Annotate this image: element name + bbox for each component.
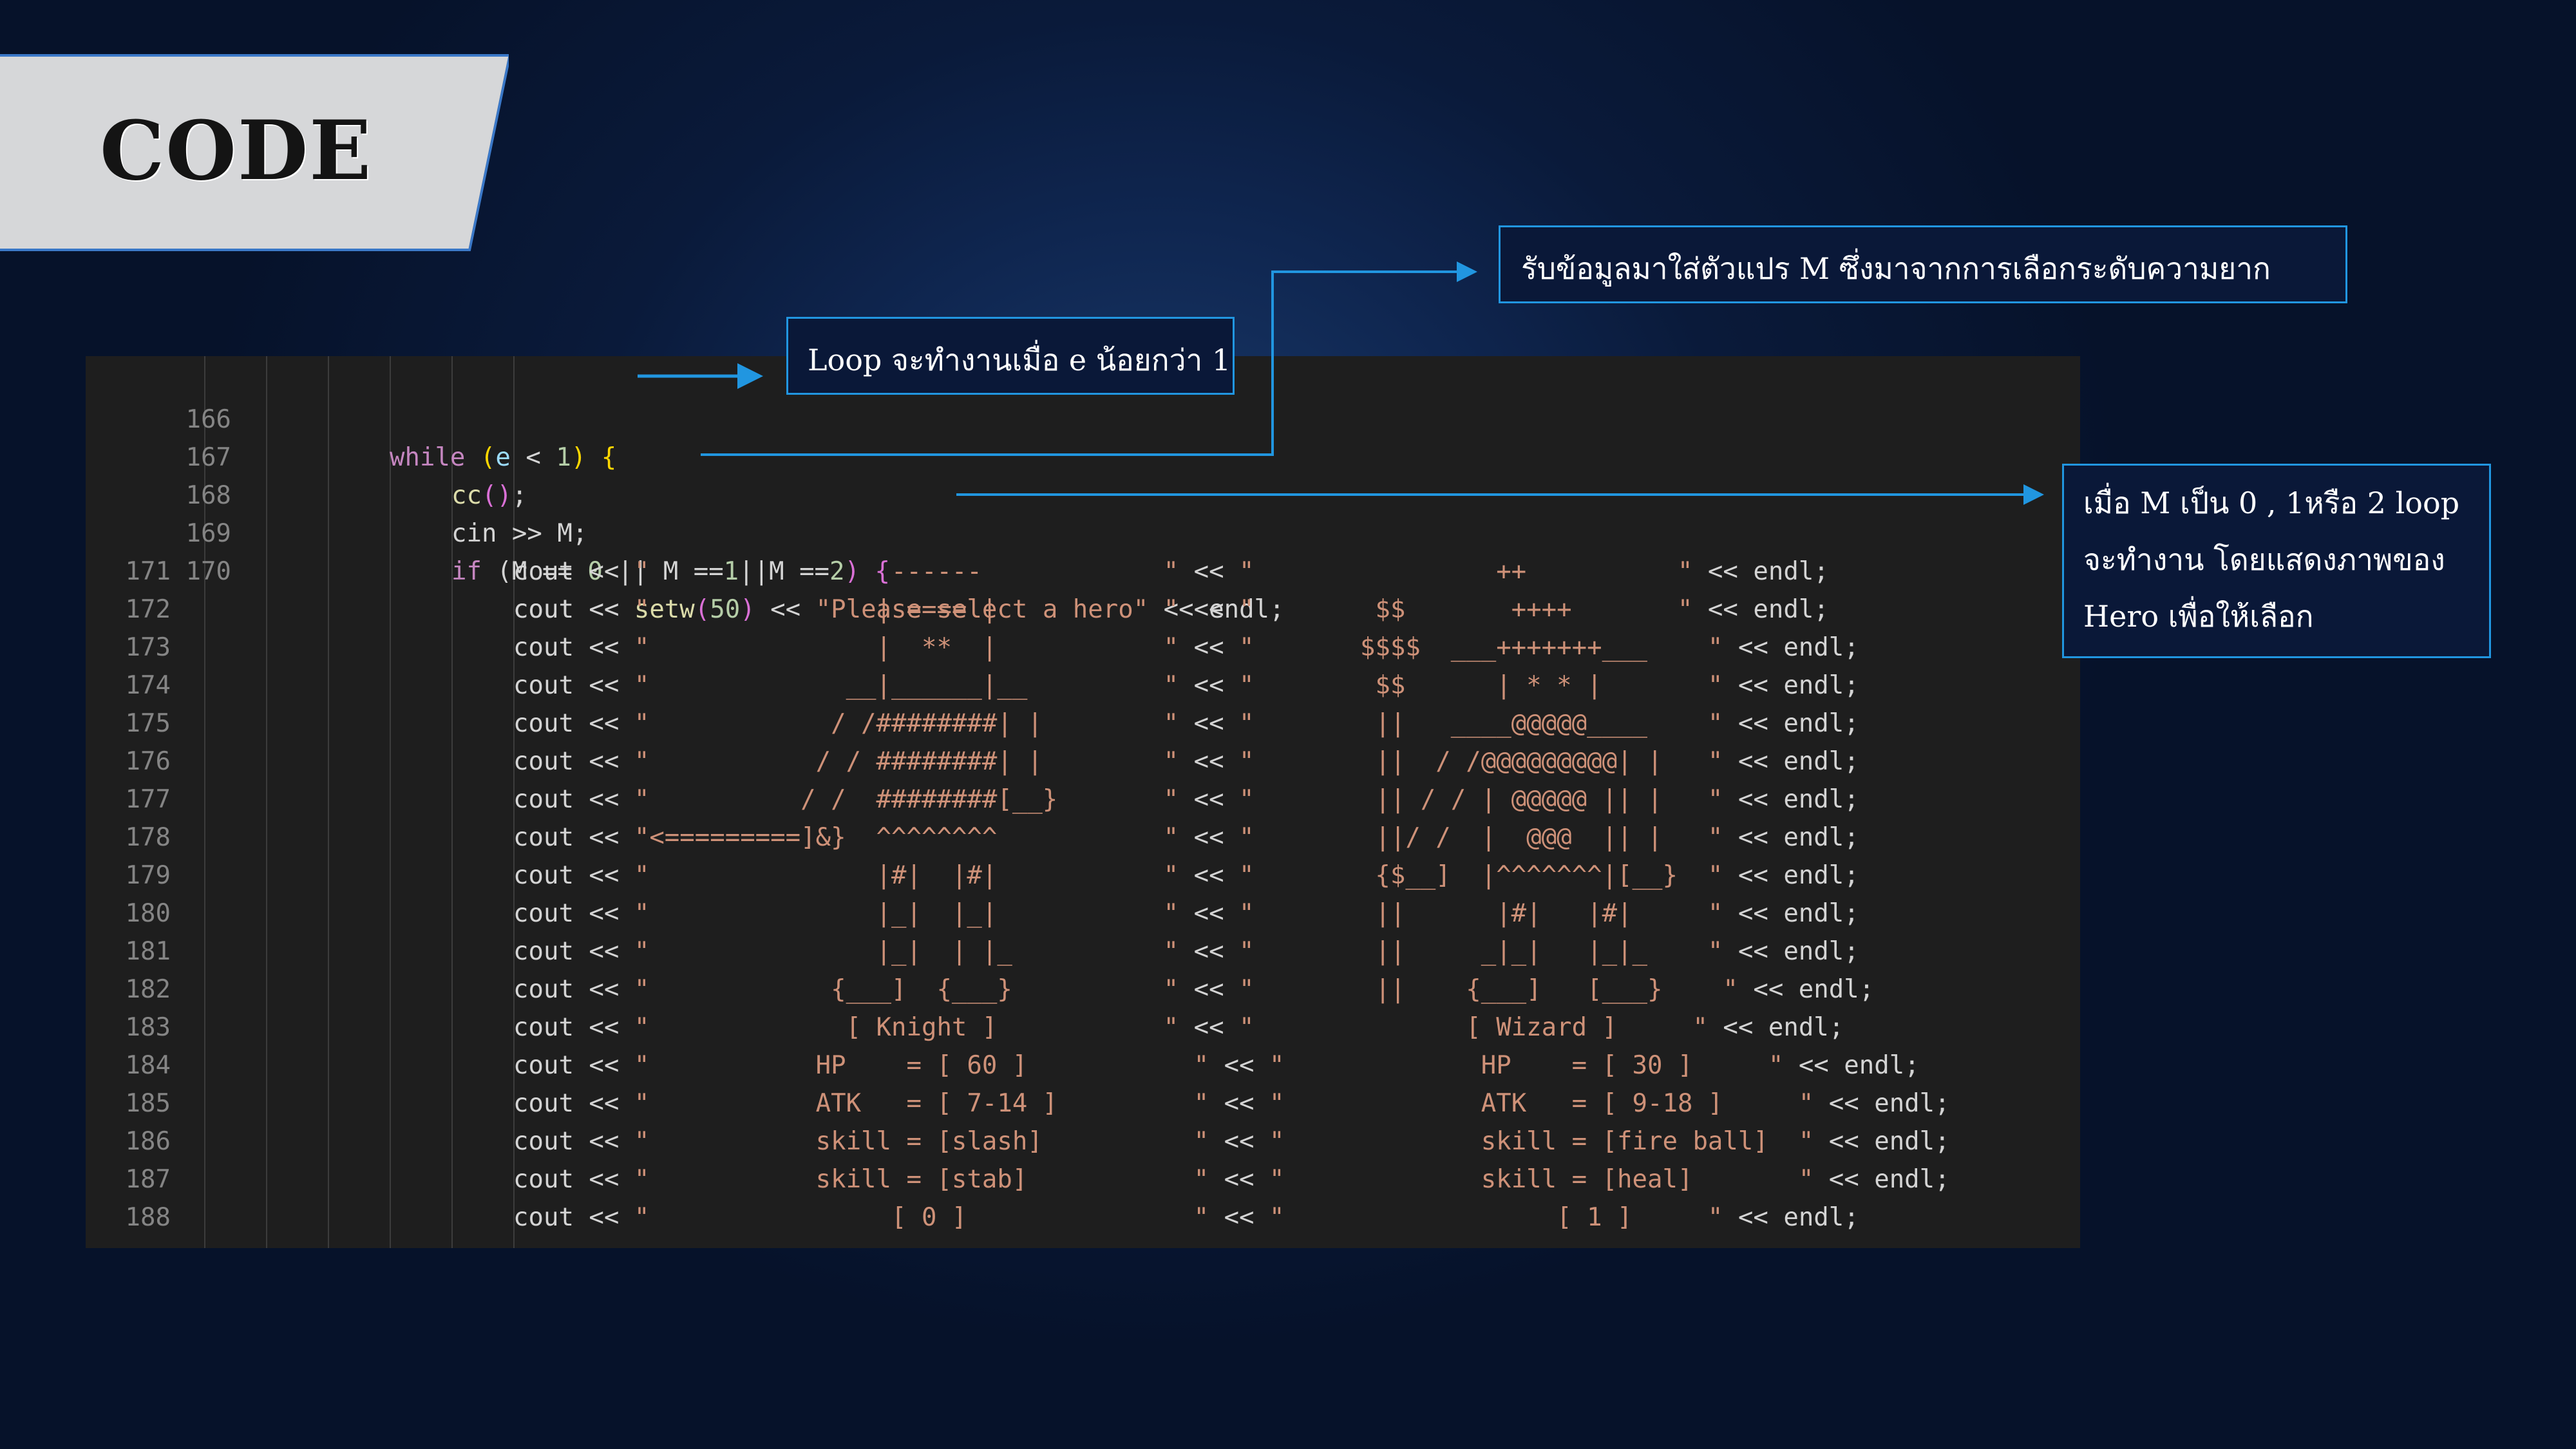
input-arrow: [701, 261, 1477, 456]
annotation-arrows: [638, 261, 2044, 505]
